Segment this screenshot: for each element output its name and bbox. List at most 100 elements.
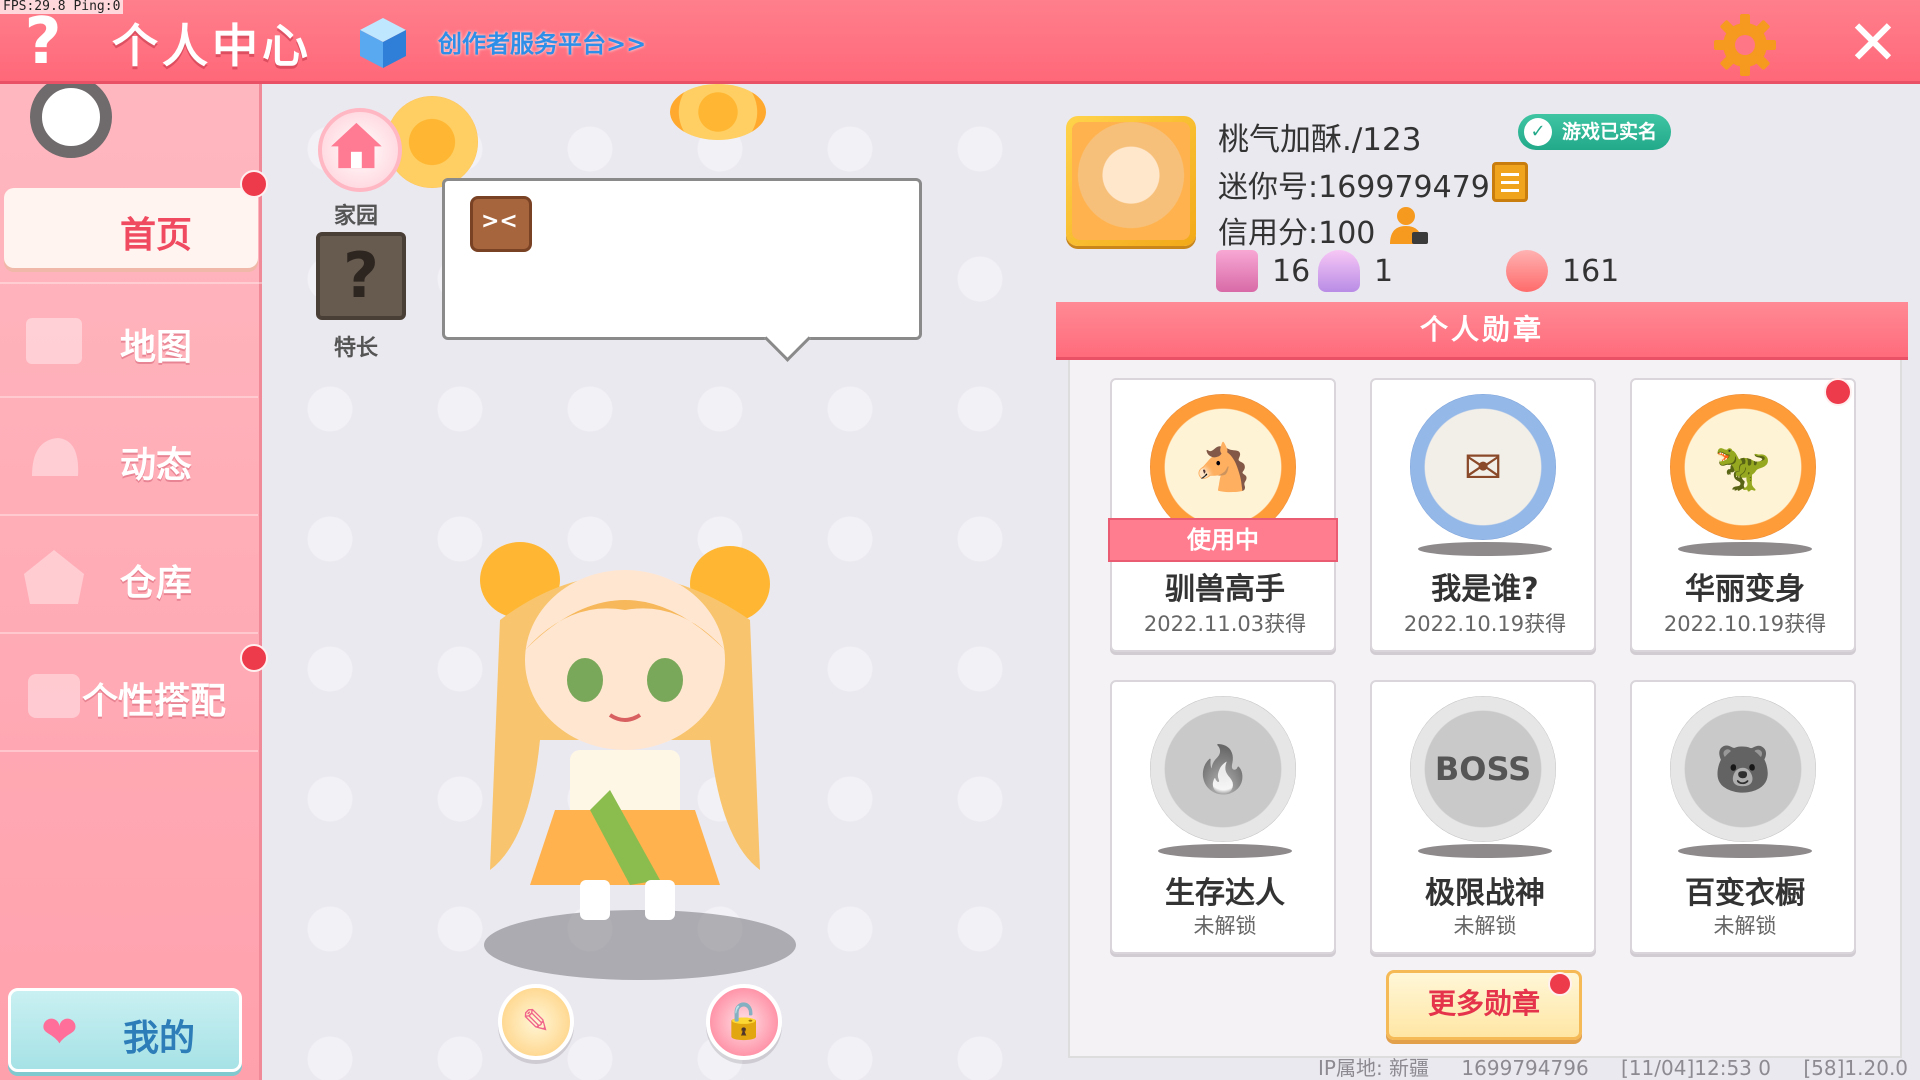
footer-uid: 1699794796 xyxy=(1461,1056,1589,1080)
map-icon xyxy=(26,318,82,364)
badge-name: 极限战神 xyxy=(1425,876,1545,911)
gear-icon[interactable] xyxy=(1712,12,1778,78)
badge-new-dot xyxy=(1824,378,1852,406)
badge-name: 生存达人 xyxy=(1165,876,1285,911)
house-icon xyxy=(331,122,382,169)
badge-card-warlord[interactable]: BOSS 极限战神 未解锁 xyxy=(1370,680,1596,954)
badge-plinth xyxy=(1158,844,1292,858)
badge-name: 华丽变身 xyxy=(1685,572,1805,607)
sidebar-item-warehouse[interactable]: 仓库 xyxy=(0,520,258,634)
badge-medal: ✉ xyxy=(1410,394,1556,540)
page-title: 个人中心 xyxy=(112,19,312,73)
lock-icon: 🔓 xyxy=(722,1002,766,1042)
sidebar-item-label: 动态 xyxy=(120,445,193,486)
badge-medal: 🦖 xyxy=(1670,394,1816,540)
verified-user-icon: ✓ xyxy=(1524,118,1552,146)
sidebar-item-label: 个性搭配 xyxy=(82,681,227,722)
pencil-icon: ✎ xyxy=(521,1002,551,1042)
flame-icon xyxy=(1506,250,1548,292)
copy-icon[interactable] xyxy=(1492,162,1528,202)
skill-button[interactable]: ? xyxy=(316,232,406,320)
cube-icon[interactable] xyxy=(358,16,408,70)
creator-platform-link[interactable]: 创作者服务平台>> xyxy=(438,24,646,59)
home-badge-dot xyxy=(240,170,268,198)
home-label: 家园 xyxy=(334,204,379,229)
badge-status: 未解锁 xyxy=(1713,914,1777,938)
more-badges-dot xyxy=(1548,972,1572,996)
sidebar: 首页 地图 动态 仓库 个性搭配 ❤ 我的 xyxy=(0,84,262,1080)
badge-status: 未解锁 xyxy=(1453,914,1517,938)
sidebar-item-label: 地图 xyxy=(120,327,193,368)
badge-plinth xyxy=(1418,844,1552,858)
badge-name: 驯兽高手 xyxy=(1165,572,1285,607)
sidebar-item-label: 仓库 xyxy=(120,563,193,604)
stat-popularity[interactable]: 161 xyxy=(1506,250,1619,292)
bell-icon xyxy=(32,438,79,476)
cheer-icon xyxy=(1318,250,1360,292)
sidebar-item-outfit[interactable]: 个性搭配 xyxy=(0,638,258,752)
badge-panel-header: 个人勋章 xyxy=(1056,302,1908,360)
outfit-badge-dot xyxy=(240,644,268,672)
bear-icon: 🐻 xyxy=(1714,742,1772,796)
stat-cheers[interactable]: 1 xyxy=(1318,250,1393,292)
emoji-face-icon xyxy=(470,196,532,252)
footer-version: [58]1.20.0 xyxy=(1803,1056,1909,1080)
badge-plinth xyxy=(1418,542,1552,556)
badge-medal: 🐻 xyxy=(1670,696,1816,842)
badge-card-transform[interactable]: 🦖 华丽变身 2022.10.19获得 xyxy=(1630,378,1856,652)
badge-card-survivor[interactable]: 🔥 生存达人 未解锁 xyxy=(1110,680,1336,954)
help-icon[interactable]: ? xyxy=(12,6,74,78)
badge-medal: 🔥 xyxy=(1150,696,1296,842)
badge-card-wardrobe[interactable]: 🐻 百变衣橱 未解锁 xyxy=(1630,680,1856,954)
sidebar-item-label: 首页 xyxy=(120,215,193,256)
sidebar-item-map[interactable]: 地图 xyxy=(0,284,258,398)
home-button[interactable] xyxy=(318,108,402,192)
heart-icon: ❤ xyxy=(41,1007,78,1058)
close-icon[interactable]: ✕ xyxy=(1840,10,1906,76)
dinosaur-icon: 🦖 xyxy=(1714,440,1772,494)
footer-time: [11/04]12:53 0 xyxy=(1621,1056,1771,1080)
house-icon xyxy=(24,550,84,604)
person-icon[interactable] xyxy=(1386,204,1430,248)
badge-date: 2022.11.03获得 xyxy=(1143,612,1307,636)
stat-value: 1 xyxy=(1374,253,1394,289)
badge-date: 2022.10.19获得 xyxy=(1663,612,1827,636)
boss-icon: BOSS xyxy=(1434,750,1532,788)
home-indicator-ring xyxy=(30,76,112,158)
badge-medal: BOSS xyxy=(1410,696,1556,842)
realname-badge[interactable]: ✓ 游戏已实名 xyxy=(1518,114,1672,150)
edit-button[interactable]: ✎ xyxy=(498,984,574,1060)
ip-location: IP属地: 新疆 xyxy=(1318,1056,1430,1080)
stat-value: 161 xyxy=(1562,253,1620,289)
mine-button[interactable]: ❤ 我的 xyxy=(8,988,242,1072)
fps-counter: FPS:29.8 Ping:0 xyxy=(0,0,124,14)
badge-plinth xyxy=(1678,542,1812,556)
badge-date: 2022.10.19获得 xyxy=(1403,612,1567,636)
avatar-image xyxy=(1072,122,1190,240)
credit-score: 信用分:100 xyxy=(1218,216,1376,251)
plus-ribbon-icon xyxy=(1216,250,1258,292)
badge-plinth xyxy=(1678,844,1812,858)
letter-icon: ✉ xyxy=(1463,440,1503,494)
flame-icon: 🔥 xyxy=(1194,742,1252,796)
outfit-icon xyxy=(28,674,80,718)
realname-label: 游戏已实名 xyxy=(1562,121,1658,143)
sidebar-item-feed[interactable]: 动态 xyxy=(0,402,258,516)
badge-status: 未解锁 xyxy=(1193,914,1257,938)
stat-value: 16 xyxy=(1272,253,1311,289)
mini-id: 迷你号:1699794796 xyxy=(1218,170,1509,205)
player-avatar[interactable] xyxy=(460,540,780,940)
profile-avatar[interactable] xyxy=(1066,116,1196,246)
lock-button[interactable]: 🔓 xyxy=(706,984,782,1060)
badge-name: 我是谁? xyxy=(1431,572,1539,607)
stat-likes[interactable]: 16 xyxy=(1216,250,1310,292)
badge-card-whoami[interactable]: ✉ 我是谁? 2022.10.19获得 xyxy=(1370,378,1596,652)
player-nickname: 桃气加酥./123 xyxy=(1218,122,1422,158)
mine-label: 我的 xyxy=(123,1018,196,1059)
sidebar-item-home[interactable]: 首页 xyxy=(0,170,262,284)
top-bar: ? 个人中心 创作者服务平台>> ✕ xyxy=(0,0,1920,84)
badge-name: 百变衣橱 xyxy=(1685,876,1805,911)
badge-card-tamer[interactable]: 🐴 使用中 驯兽高手 2022.11.03获得 xyxy=(1108,378,1338,652)
footer-info: IP属地: 新疆 1699794796 [11/04]12:53 0 [58]1… xyxy=(1318,1052,1920,1080)
skill-label: 特长 xyxy=(334,336,379,361)
